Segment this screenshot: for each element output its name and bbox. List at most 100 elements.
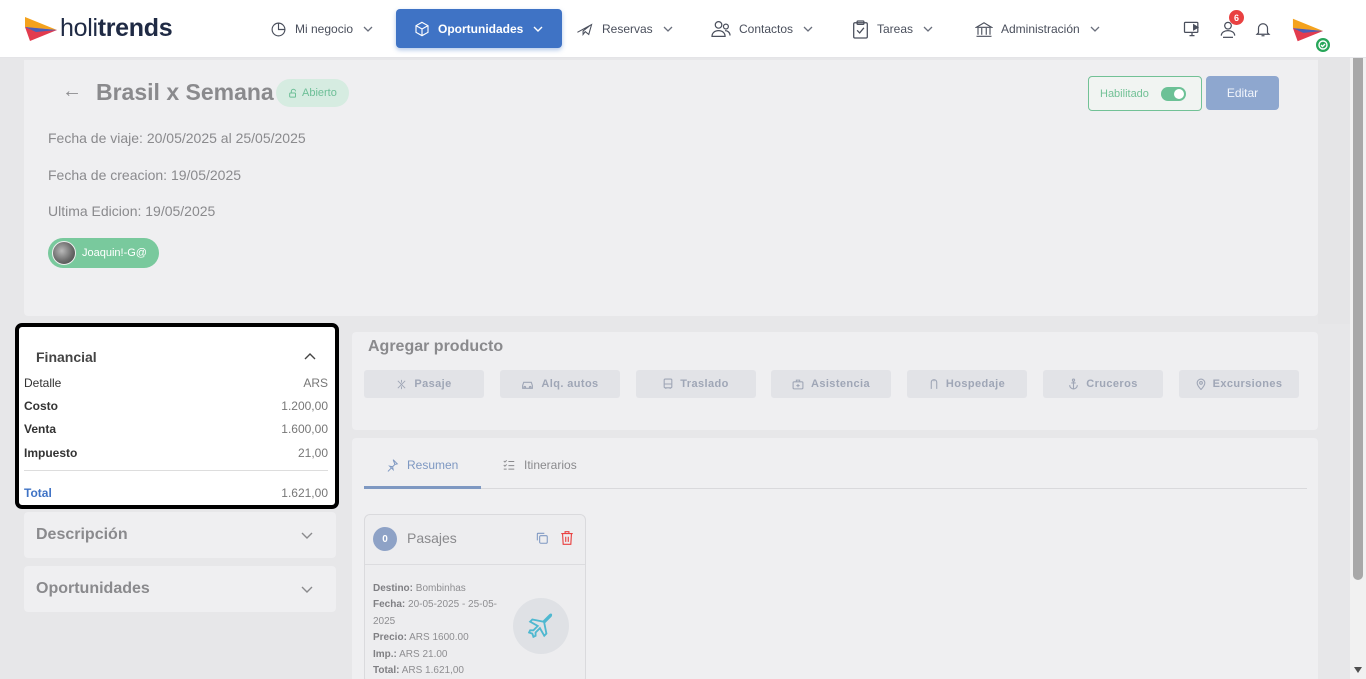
holitrends-logo[interactable]: holitrends xyxy=(24,14,173,43)
anchor-icon xyxy=(1069,378,1079,390)
financial-row: Impuesto 21,00 xyxy=(24,446,328,460)
nav-contactos[interactable]: Contactos xyxy=(711,10,814,48)
logo-plane-icon xyxy=(25,16,57,41)
add-alq-autos-button[interactable]: Alq. autos xyxy=(500,370,620,398)
summary-card: Resumen Itinerarios 0 Pasajes Destino: B… xyxy=(352,438,1318,679)
chevron-down-icon xyxy=(363,26,373,32)
toggle-switch[interactable] xyxy=(1160,86,1186,101)
clipboard-icon xyxy=(853,19,868,39)
accordion-label: Descripción xyxy=(36,526,128,543)
travel-date: Fecha de viaje: 20/05/2025 al 25/05/2025 xyxy=(48,130,306,146)
chevron-down-icon xyxy=(923,26,933,32)
cube-icon xyxy=(415,21,429,36)
nav-label: Oportunidades xyxy=(438,21,524,36)
last-edit-date: Ultima Edicion: 19/05/2025 xyxy=(48,203,216,219)
status-badge: Abierto xyxy=(276,79,349,107)
user-avatar[interactable] xyxy=(1288,12,1332,54)
plane-icon xyxy=(397,379,406,389)
map-pin-icon xyxy=(1196,378,1205,390)
descripcion-accordion[interactable]: Descripción xyxy=(24,512,336,558)
trash-icon[interactable] xyxy=(560,530,574,546)
assigned-user-chip[interactable]: Joaquin!-G@ xyxy=(48,238,159,268)
add-hospedaje-button[interactable]: Hospedaje xyxy=(907,370,1027,398)
tabs-divider xyxy=(364,488,1307,489)
add-traslado-button[interactable]: Traslado xyxy=(636,370,756,398)
chevron-down-icon xyxy=(301,586,313,593)
copy-icon[interactable] xyxy=(535,531,549,545)
add-excursiones-button[interactable]: Excursiones xyxy=(1179,370,1299,398)
checklist-icon xyxy=(503,459,515,470)
enabled-toggle[interactable]: Habilitado xyxy=(1088,76,1202,111)
chevron-up-icon[interactable] xyxy=(304,351,316,361)
oportunidades-accordion[interactable]: Oportunidades xyxy=(24,566,336,612)
financial-title: Financial xyxy=(36,349,97,365)
unlock-icon xyxy=(289,88,296,98)
logo-text: holitrends xyxy=(60,14,173,42)
add-asistencia-button[interactable]: Asistencia xyxy=(771,370,891,398)
nav-reservas[interactable]: Reservas xyxy=(575,10,674,48)
medical-kit-icon xyxy=(792,379,804,389)
airplane-icon xyxy=(528,613,553,639)
chevron-down-icon xyxy=(533,26,543,32)
user-avatar-thumb xyxy=(52,241,76,265)
accordion-label: Oportunidades xyxy=(36,580,150,597)
chevron-down-icon xyxy=(301,532,313,539)
pie-chart-icon xyxy=(271,22,286,36)
nav-label: Reservas xyxy=(602,22,653,36)
nav-tareas[interactable]: Tareas xyxy=(852,10,934,48)
financial-row: Costo 1.200,00 xyxy=(24,399,328,413)
bank-icon xyxy=(975,21,993,37)
page-gutter xyxy=(1318,58,1350,324)
bus-icon xyxy=(663,378,673,389)
add-product-title: Agregar producto xyxy=(368,338,504,355)
opportunity-header: ← Brasil x Semana Abierto Fecha de viaje… xyxy=(24,60,1318,316)
edit-button[interactable]: Editar xyxy=(1206,76,1279,110)
creation-date: Fecha de creacion: 19/05/2025 xyxy=(48,167,242,183)
financial-total-row: Total 1.621,00 xyxy=(24,486,328,500)
nav-label: Tareas xyxy=(877,22,914,36)
scrollbar-thumb[interactable] xyxy=(1353,36,1363,580)
financial-row: Detalle ARS xyxy=(24,376,328,390)
nav-label: Administración xyxy=(1001,22,1080,36)
financial-card: Financial Detalle ARS Costo 1.200,00 Venta… xyxy=(15,323,339,509)
tab-itinerarios[interactable]: Itinerarios xyxy=(502,458,577,472)
add-pasaje-button[interactable]: Pasaje xyxy=(364,370,484,398)
pasaje-impuesto: Imp.: ARS 21.00 xyxy=(373,649,448,660)
user-name: Joaquin!-G@ xyxy=(82,247,147,259)
plane-icon xyxy=(577,22,593,36)
add-product-card: Agregar producto Pasaje Alq. autos Trasl… xyxy=(352,332,1318,430)
pasaje-total: Total: ARS 1.621,00 xyxy=(373,665,464,676)
pasaje-fecha: Fecha: 20-05-2025 - 25-05-2025 xyxy=(373,599,497,627)
chevron-down-icon xyxy=(1090,26,1100,32)
car-icon xyxy=(522,381,534,389)
users-icon xyxy=(711,21,731,37)
financial-row: Venta 1.600,00 xyxy=(24,422,328,436)
pin-icon xyxy=(387,459,399,472)
page-title: Brasil x Semana xyxy=(96,79,274,105)
bell-icon[interactable] xyxy=(1251,16,1275,42)
scroll-down-arrow-icon[interactable] xyxy=(1350,662,1366,678)
pasajes-title: Pasajes xyxy=(407,530,457,546)
nav-label: Contactos xyxy=(739,22,794,36)
divider xyxy=(24,470,328,471)
nav-oportunidades[interactable]: Oportunidades xyxy=(396,9,563,48)
divider xyxy=(365,564,585,565)
toggle-label: Habilitado xyxy=(1100,87,1149,100)
pasaje-destino: Destino: Bombinhas xyxy=(373,583,466,594)
active-tab-indicator xyxy=(364,486,481,489)
chevron-down-icon xyxy=(803,26,813,32)
pasajes-card: 0 Pasajes Destino: Bombinhas Fecha: 20-0… xyxy=(364,514,586,679)
screen-share-icon[interactable] xyxy=(1180,16,1204,42)
add-cruceros-button[interactable]: Cruceros xyxy=(1043,370,1163,398)
nav-label: Mi negocio xyxy=(295,22,354,36)
tab-resumen[interactable]: Resumen xyxy=(385,458,458,472)
notification-count-badge: 6 xyxy=(1229,10,1244,25)
nav-administracion[interactable]: Administración xyxy=(975,10,1101,48)
back-arrow-icon[interactable]: ← xyxy=(62,80,82,103)
nav-mi-negocio[interactable]: Mi negocio xyxy=(270,10,374,48)
agents-notifications-icon[interactable]: 6 xyxy=(1216,10,1244,42)
top-navbar: holitrends Mi negocio Oportunidades Rese… xyxy=(0,0,1366,58)
online-check-icon xyxy=(1314,36,1332,54)
hotel-icon xyxy=(930,379,938,389)
pasajes-count-badge: 0 xyxy=(373,527,397,551)
